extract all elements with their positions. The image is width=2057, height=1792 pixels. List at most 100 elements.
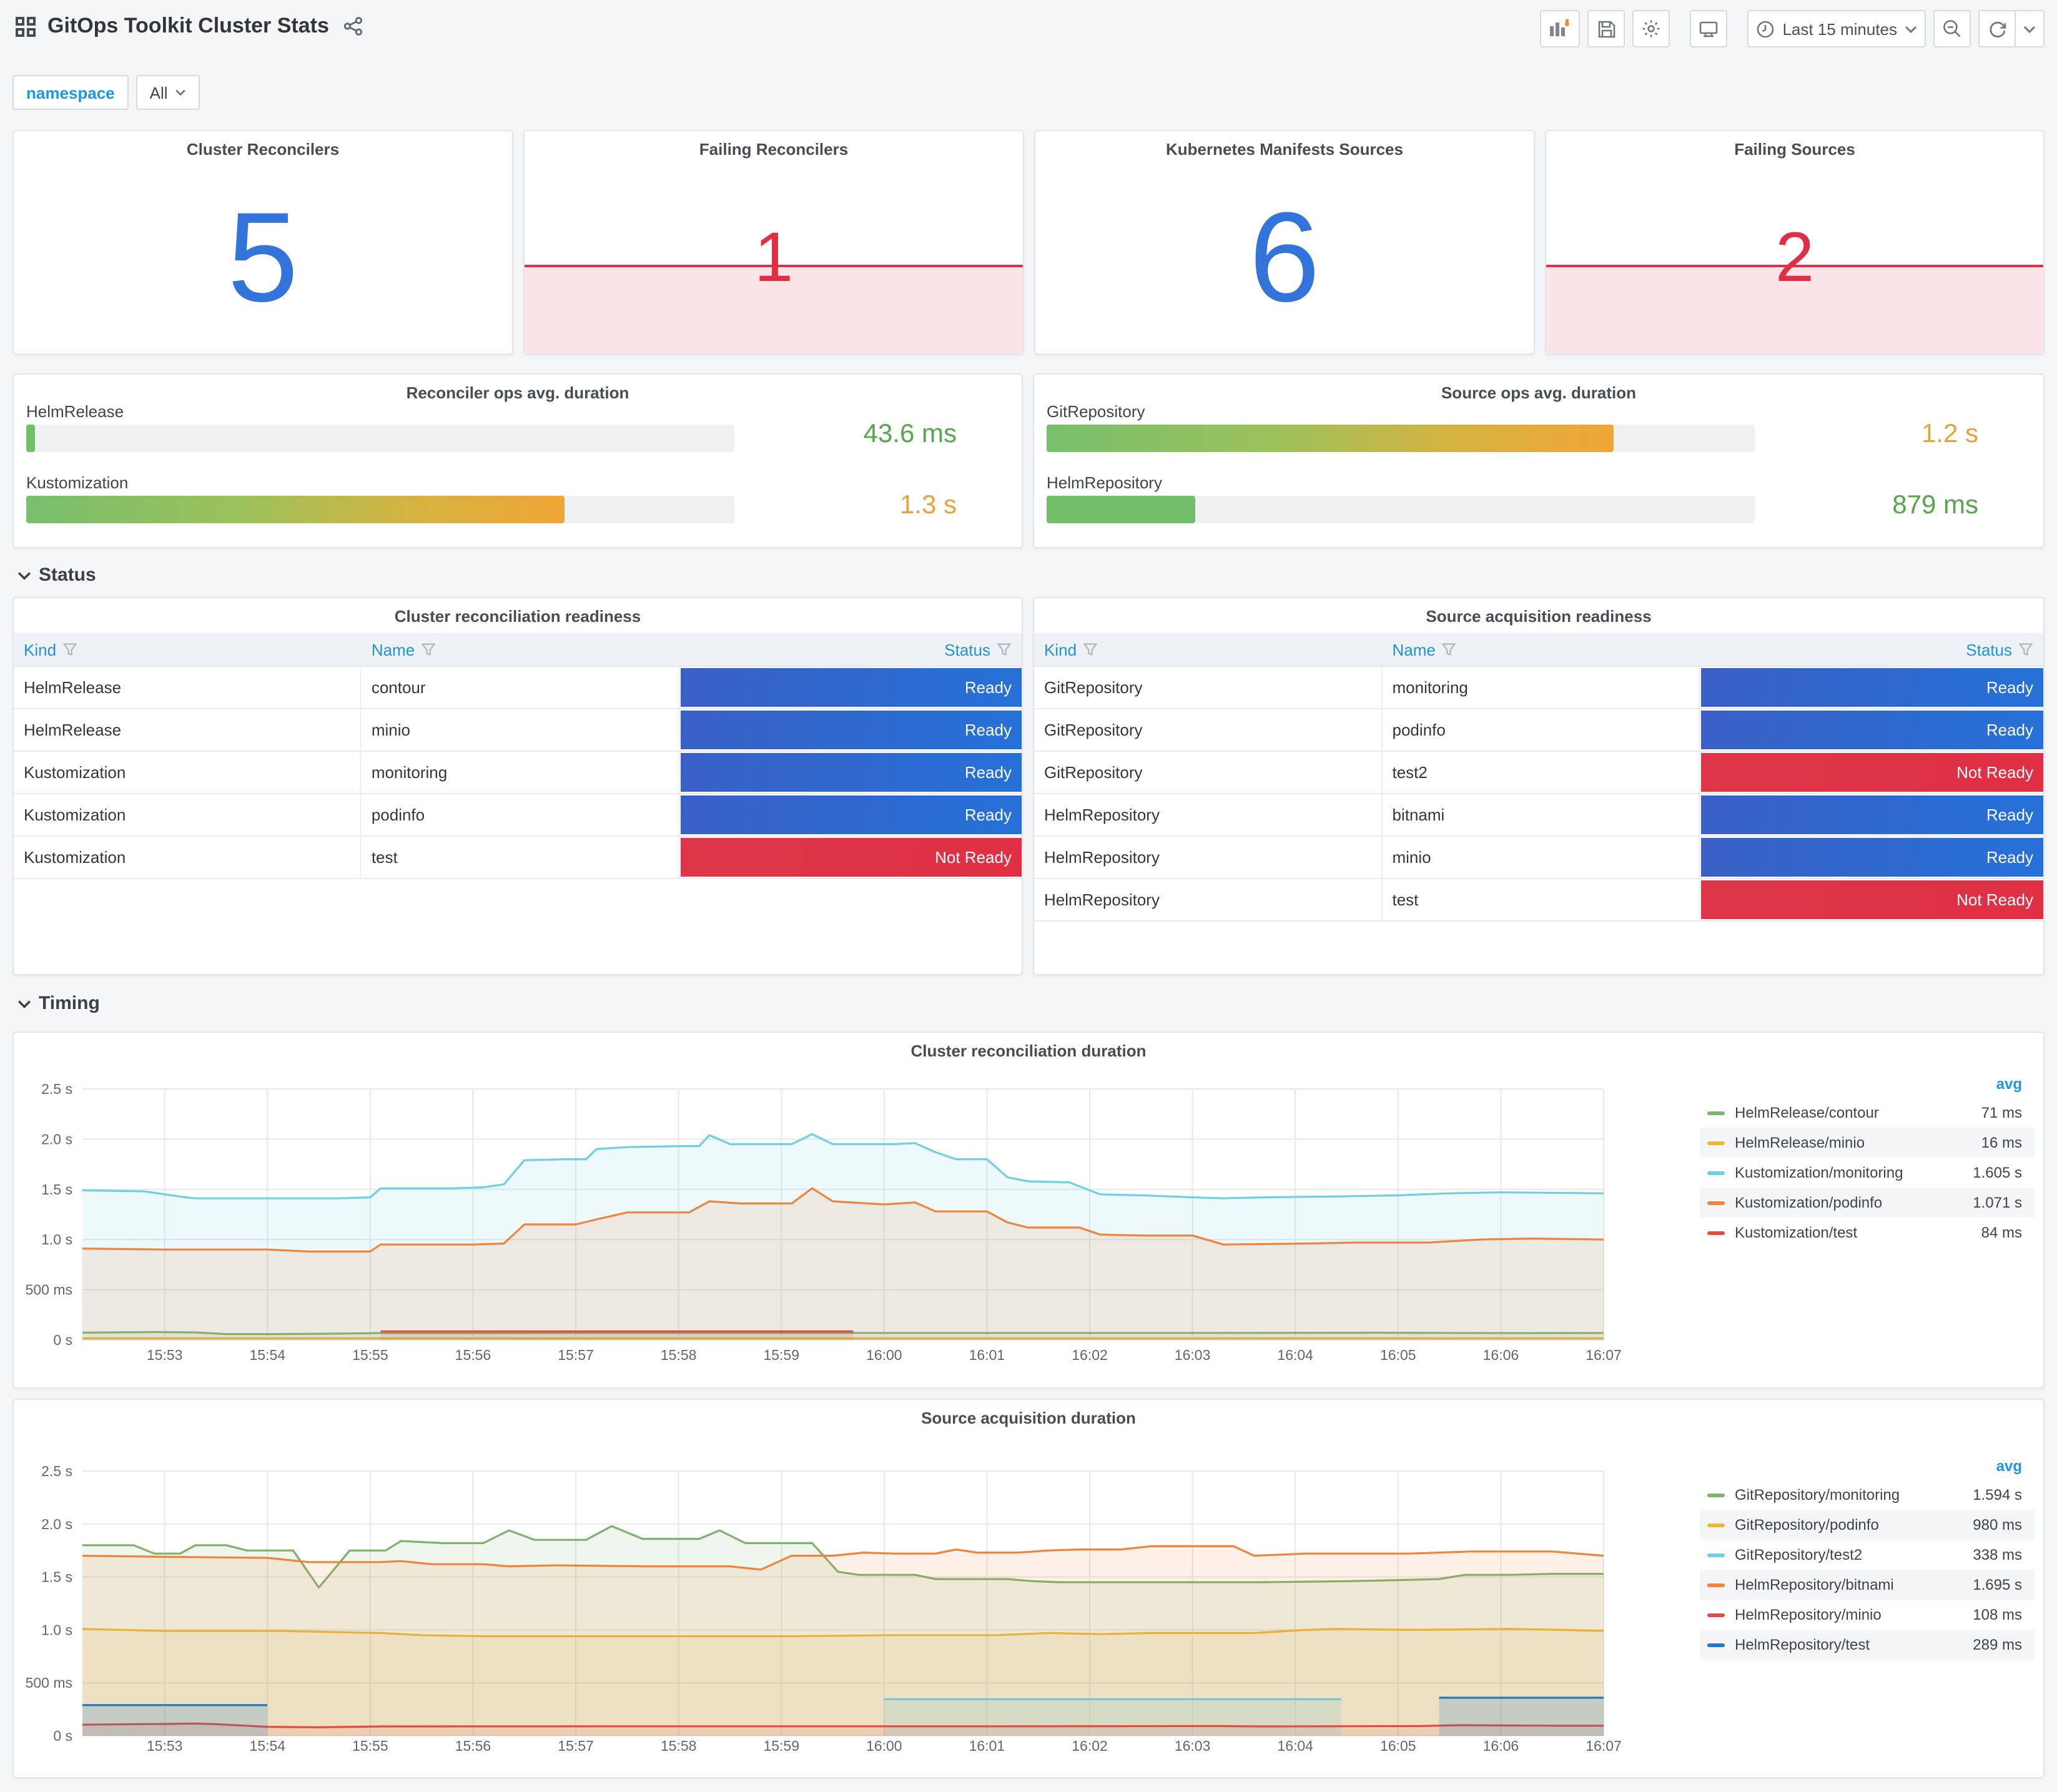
cell-kind: HelmRepository	[1034, 879, 1383, 920]
panel-title[interactable]: Failing Sources	[1546, 140, 2043, 159]
row-header-status[interactable]: Status	[17, 564, 96, 586]
svg-text:15:58: 15:58	[661, 1738, 697, 1754]
status-badge: Ready	[680, 711, 1022, 749]
time-range-picker[interactable]: Last 15 minutes	[1747, 10, 1926, 47]
gauge-row: GitRepository 1.2 s	[1047, 402, 2031, 452]
section-label: Timing	[39, 993, 100, 1014]
cell-kind: GitRepository	[1034, 667, 1383, 708]
cell-kind: HelmRepository	[1034, 794, 1383, 835]
column-header-name[interactable]: Name	[1383, 640, 1700, 659]
svg-text:16:06: 16:06	[1483, 1347, 1519, 1363]
gauge-value: 879 ms	[1892, 491, 1978, 519]
filter-icon[interactable]	[421, 642, 436, 657]
chevron-down-icon	[2023, 25, 2036, 33]
svg-text:15:53: 15:53	[147, 1347, 183, 1363]
table-row: GitRepository monitoring Ready	[1034, 667, 2043, 709]
table-row: HelmRepository bitnami Ready	[1034, 794, 2043, 837]
status-badge: Ready	[1701, 838, 2043, 877]
gauge-label: Kustomization	[26, 473, 129, 492]
filter-icon[interactable]	[1442, 642, 1457, 657]
table-panel-cluster-readiness: Cluster reconciliation readiness Kind Nam…	[12, 597, 1023, 975]
filter-icon[interactable]	[2018, 642, 2033, 657]
gauge-label: GitRepository	[1047, 402, 1145, 421]
bargauge-panel-reconciler-ops: Reconciler ops avg. duration HelmRelease…	[12, 373, 1023, 548]
filter-icon[interactable]	[1083, 642, 1098, 657]
column-header-status[interactable]: Status	[1700, 640, 2043, 659]
add-panel-button[interactable]	[1540, 10, 1581, 47]
dashboard-settings-button[interactable]	[1632, 10, 1670, 47]
status-badge: Ready	[680, 668, 1022, 707]
variable-namespace-label[interactable]: namespace	[12, 75, 129, 110]
chevron-down-icon	[175, 89, 186, 96]
template-variables: namespace All	[12, 75, 200, 110]
gauge-label: HelmRelease	[26, 402, 124, 421]
filter-icon[interactable]	[62, 642, 77, 657]
cell-status: Ready	[679, 709, 1022, 751]
svg-text:15:57: 15:57	[558, 1738, 594, 1754]
chart-plot-area[interactable]: 0 s 500 ms 1.0 s 1.5 s 2.0 s 2.5 s 15:53 15:54 1…	[14, 1033, 2043, 1387]
gauge-rows: GitRepository 1.2 s HelmRepository 879 ms	[1047, 402, 2031, 544]
cell-name: monitoring	[362, 752, 679, 793]
share-icon[interactable]	[344, 16, 364, 36]
svg-text:15:59: 15:59	[763, 1347, 799, 1363]
cell-status: Not Ready	[679, 837, 1022, 878]
panel-title[interactable]: Kubernetes Manifests Sources	[1035, 140, 1534, 159]
panel-title[interactable]: Source acquisition readiness	[1034, 607, 2043, 626]
timeseries-panel-source-acquisition: Source acquisition duration avg GitReposi…	[12, 1399, 2045, 1778]
cell-kind: Kustomization	[14, 794, 362, 835]
table-header-row: Kind Name Status	[14, 633, 1022, 667]
save-dashboard-button[interactable]	[1587, 10, 1625, 47]
table-header-row: Kind Name Status	[1034, 633, 2043, 667]
panel-title[interactable]: Cluster reconciliation readiness	[14, 607, 1022, 626]
status-badge: Ready	[1701, 711, 2043, 749]
refresh-interval-dropdown[interactable]	[2016, 10, 2045, 47]
cell-status: Not Ready	[1700, 752, 2043, 793]
svg-text:16:00: 16:00	[866, 1347, 902, 1363]
column-header-kind[interactable]: Kind	[14, 640, 362, 659]
cell-name: test	[362, 837, 679, 878]
gauge-track	[1047, 425, 1755, 452]
table: Kind Name Status GitRepository monitoring Rea…	[1034, 633, 2043, 922]
svg-text:2.5 s: 2.5 s	[41, 1463, 72, 1479]
svg-text:16:02: 16:02	[1072, 1347, 1108, 1363]
gauge-value: 1.3 s	[899, 491, 957, 519]
status-badge: Not Ready	[680, 838, 1022, 877]
column-header-name[interactable]: Name	[362, 640, 679, 659]
refresh-button[interactable]	[1978, 10, 2016, 47]
chart-plot-area[interactable]: 0 s 500 ms 1.0 s 1.5 s 2.0 s 2.5 s 15:53 15:54 1…	[14, 1400, 2043, 1777]
svg-text:1.5 s: 1.5 s	[41, 1569, 72, 1585]
gauge-rows: HelmRelease 43.6 ms Kustomization 1.3 s	[26, 402, 1009, 544]
table-panel-source-readiness: Source acquisition readiness Kind Name Sta…	[1033, 597, 2045, 975]
filter-icon[interactable]	[997, 642, 1012, 657]
svg-text:15:58: 15:58	[661, 1347, 697, 1363]
dashboard: GitOps Toolkit Cluster Stats Last 15 min…	[0, 0, 2057, 1792]
gauge-label: HelmRepository	[1047, 473, 1162, 492]
svg-text:500 ms: 500 ms	[26, 1675, 72, 1691]
cell-status: Not Ready	[1700, 879, 2043, 920]
stat-panel-cluster-reconcilers: Cluster Reconcilers 5	[12, 130, 513, 355]
svg-text:16:03: 16:03	[1175, 1738, 1211, 1754]
panel-title[interactable]: Source ops avg. duration	[1034, 383, 2043, 402]
svg-text:1.5 s: 1.5 s	[41, 1181, 72, 1198]
cycle-view-mode-button[interactable]	[1690, 10, 1728, 47]
zoom-out-button[interactable]	[1933, 10, 1971, 47]
column-header-status[interactable]: Status	[679, 640, 1022, 659]
panel-title[interactable]: Reconciler ops avg. duration	[14, 383, 1022, 402]
cell-name: contour	[362, 667, 679, 708]
cell-status: Ready	[1700, 709, 2043, 751]
variable-namespace-value[interactable]: All	[136, 75, 200, 110]
apps-grid-icon[interactable]	[15, 16, 36, 37]
variable-value-text: All	[149, 83, 168, 102]
column-header-kind[interactable]: Kind	[1034, 640, 1383, 659]
panel-title[interactable]: Failing Reconcilers	[525, 140, 1023, 159]
status-badge: Ready	[680, 795, 1022, 834]
svg-text:15:54: 15:54	[249, 1738, 285, 1754]
svg-text:15:56: 15:56	[455, 1738, 491, 1754]
table-row: HelmRepository test Not Ready	[1034, 879, 2043, 922]
row-header-timing[interactable]: Timing	[17, 993, 100, 1014]
panel-title[interactable]: Cluster Reconcilers	[14, 140, 512, 159]
stat-panel-failing-sources: Failing Sources 2	[1545, 130, 2045, 355]
gauge-row: HelmRelease 43.6 ms	[26, 402, 1009, 452]
stat-panel-manifest-sources: Kubernetes Manifests Sources 6	[1034, 130, 1535, 355]
gauge-row: HelmRepository 879 ms	[1047, 473, 2031, 523]
